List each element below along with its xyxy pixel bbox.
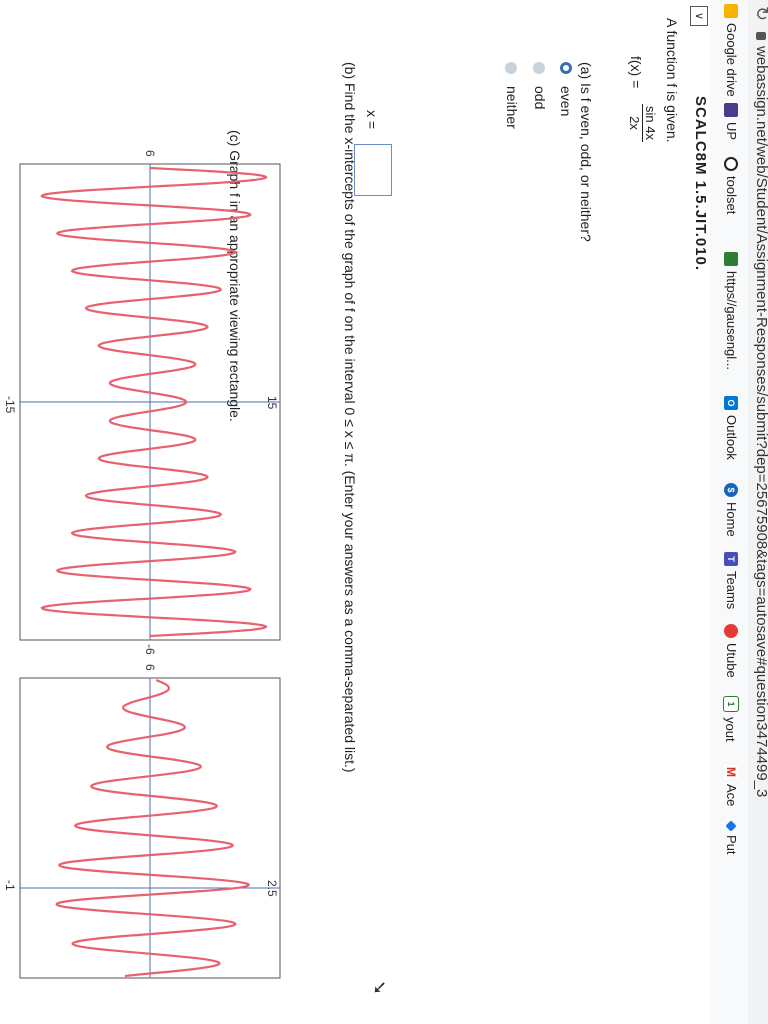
bookmark-put[interactable]: Put	[724, 820, 739, 855]
yout-icon: 1	[723, 696, 739, 712]
graph-1-top-tick: 6	[143, 150, 157, 157]
graph-2-top-tick: 6	[143, 664, 157, 671]
graph-1-right-tick: 15	[265, 396, 279, 410]
graph-2-right-tick: 2.5	[265, 880, 279, 897]
bookmark-label: Ace	[724, 784, 739, 807]
bookmark-google-drive[interactable]: Google drive	[724, 4, 739, 97]
bookmark-site-icon	[724, 252, 739, 266]
expand-button[interactable]: ∨	[690, 6, 708, 26]
rotated-screenshot: ↻ webassign.net/web/Student/Assignment-R…	[0, 0, 768, 1024]
assignment-header: ∨ SCALC8M 1.5.JIT.010.	[688, 0, 710, 1024]
bookmark-label: Utube	[724, 643, 739, 678]
graph-1-bottom-tick: -6	[143, 644, 157, 655]
bookmark-label: Google drive	[724, 23, 739, 97]
reload-icon[interactable]: ↻	[751, 6, 768, 21]
up-icon	[724, 103, 739, 117]
bookmark-up[interactable]: UP	[724, 103, 739, 140]
bookmark-site[interactable]: https//gausengl...	[724, 252, 739, 370]
graph-1[interactable]: 6 -6 15 -15	[3, 150, 281, 655]
bookmark-label: yout	[723, 717, 739, 742]
bookmark-label: https//gausengl...	[724, 271, 739, 371]
bookmark-label: Teams	[724, 571, 739, 610]
graph-2-curve	[55, 678, 250, 978]
outlook-icon: O	[724, 396, 739, 410]
question-content: A function f is given. f(x) = sin 4x 2x …	[0, 0, 688, 1024]
bookmark-home[interactable]: $ Home	[724, 483, 739, 537]
question-title: SCALC8M 1.5.JIT.010.	[692, 96, 709, 272]
google-drive-icon	[724, 4, 739, 18]
bookmark-label: Put	[724, 835, 739, 855]
bookmarks-bar: Google drive UP toolset https//gausengl.…	[709, 0, 748, 1024]
url-text[interactable]: webassign.net/web/Student/Assignment-Res…	[753, 46, 768, 797]
bookmark-label: Outlook	[724, 415, 739, 460]
bookmark-outlook[interactable]: O Outlook	[724, 396, 739, 460]
bookmark-yout[interactable]: 1 yout	[723, 696, 739, 742]
home-icon: $	[724, 483, 739, 497]
bookmark-teams[interactable]: T Teams	[724, 552, 739, 609]
mouse-pointer-icon: ➚	[371, 978, 388, 999]
address-bar[interactable]: ↻ webassign.net/web/Student/Assignment-R…	[748, 0, 768, 1024]
bookmark-label: Home	[724, 502, 739, 537]
teams-icon: T	[724, 552, 739, 566]
toolset-icon	[724, 157, 739, 171]
graph-2[interactable]: 6 2.5 -1	[3, 664, 281, 979]
put-icon	[725, 820, 738, 832]
bookmark-label: UP	[724, 122, 739, 141]
graph-1-left-tick: -15	[3, 396, 17, 414]
bookmark-toolset[interactable]: toolset	[724, 157, 739, 214]
bookmark-utube[interactable]: Utube	[724, 624, 739, 678]
graph-2-left-tick: -1	[3, 880, 17, 891]
graphs-canvas: 6 -6 15 -15 6 2.5 -1	[3, 150, 281, 979]
bookmark-ace[interactable]: M Ace	[724, 765, 739, 806]
lock-icon	[756, 32, 766, 40]
bookmark-label: toolset	[724, 176, 739, 215]
utube-icon	[724, 624, 739, 638]
gmail-icon: M	[724, 765, 739, 779]
